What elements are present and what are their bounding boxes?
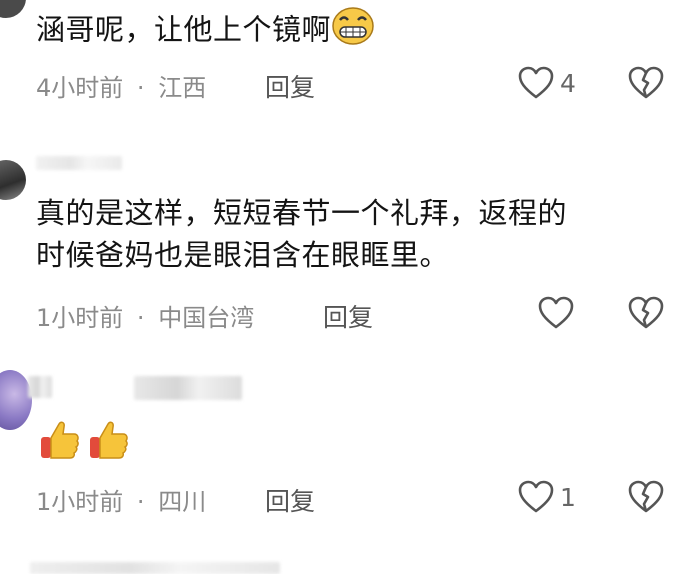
meta-separator: · [136,74,145,102]
thumbs-up-emoji-icon [87,418,131,466]
username[interactable] [28,376,52,398]
like-count: 4 [560,68,576,98]
location: 中国台湾 [158,304,255,332]
broken-heart-icon [628,66,664,100]
dislike-button[interactable] [628,66,664,100]
like-button[interactable]: 4 [518,66,576,100]
meta-separator: · [136,304,145,332]
comment-text [38,418,131,466]
reply-button[interactable]: 回复 [323,298,373,334]
comment-meta: 1小时前 · 四川 [36,482,206,517]
broken-heart-icon [628,296,664,330]
like-button[interactable] [538,296,574,330]
username-suffix[interactable] [134,376,242,400]
location: 江西 [158,74,207,102]
timestamp: 4小时前 [36,74,124,102]
location: 四川 [158,488,207,516]
timestamp: 1小时前 [36,304,124,332]
comment-text: 真的是这样，短短春节一个礼拜，返程的 时候爸妈也是眼泪含在眼眶里。 [36,196,568,272]
like-count: 1 [560,482,576,512]
broken-heart-icon [628,480,664,514]
username[interactable] [36,156,122,170]
thumbs-up-emoji-icon [38,418,82,466]
dislike-button[interactable] [628,480,664,514]
heart-outline-icon [518,480,554,514]
meta-separator: · [136,488,145,516]
timestamp: 1小时前 [36,488,124,516]
heart-outline-icon [538,296,574,330]
avatar[interactable] [0,0,26,18]
grinning-face-emoji-icon [331,6,375,57]
dislike-button[interactable] [628,296,664,330]
avatar[interactable] [0,160,26,200]
comment-meta: 1小时前 · 中国台湾 [36,298,254,333]
comment-meta: 4小时前 · 江西 [36,68,206,103]
heart-outline-icon [518,66,554,100]
reply-button[interactable]: 回复 [265,68,315,104]
reply-button[interactable]: 回复 [265,482,315,518]
next-comment-username[interactable] [30,562,280,574]
like-button[interactable]: 1 [518,480,576,514]
comment-text: 涵哥呢，让他上个镜啊 [36,6,375,57]
